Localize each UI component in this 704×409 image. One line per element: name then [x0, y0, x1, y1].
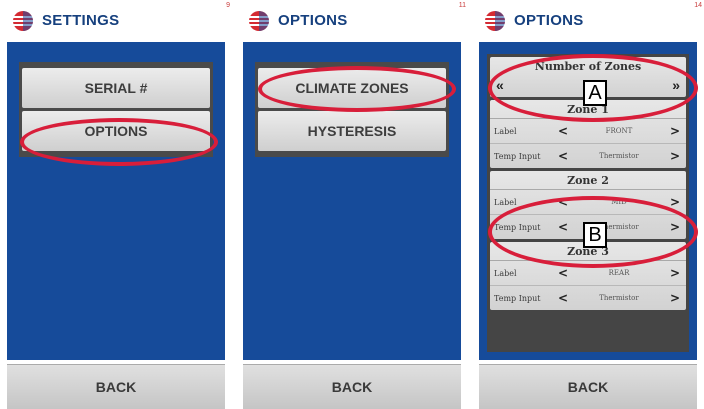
settings-menu: SERIAL # OPTIONS [19, 62, 213, 157]
callout-a-label: A [583, 80, 607, 106]
options-button[interactable]: OPTIONS [22, 111, 210, 151]
logo-icon [249, 11, 269, 31]
chevron-right-icon[interactable]: > [668, 291, 682, 305]
chevron-left-icon[interactable]: < [556, 124, 570, 138]
back-button[interactable]: BACK [7, 364, 225, 409]
temp-input-field: Temp Input [494, 222, 541, 232]
hysteresis-button[interactable]: HYSTERESIS [258, 111, 446, 151]
chevron-right-icon[interactable]: > [668, 266, 682, 280]
label-field: Label [494, 268, 517, 278]
page-title: SETTINGS [42, 12, 120, 29]
zone-2-label-row: Label < MID > [490, 190, 686, 215]
screen-area: CLIMATE ZONES HYSTERESIS [243, 42, 461, 360]
label-value: MID [611, 198, 627, 206]
page-title: OPTIONS [278, 12, 348, 29]
chevron-left-icon[interactable]: < [556, 291, 570, 305]
zone-3-input-row: Temp Input < Thermistor > [490, 286, 686, 310]
climate-zones-screen: OPTIONS 14 Number of Zones « » Zone 1 La… [472, 0, 704, 409]
chevron-left-icon[interactable]: < [556, 149, 570, 163]
options-menu: CLIMATE ZONES HYSTERESIS [255, 62, 449, 157]
number-of-zones-label: Number of Zones [534, 60, 642, 73]
page-number: 9 [226, 2, 230, 9]
logo-icon [485, 11, 505, 31]
label-value: REAR [608, 269, 630, 277]
zone-1-label-row: Label < FRONT > [490, 119, 686, 144]
page-number: 11 [458, 2, 466, 9]
temp-input-field: Temp Input [494, 293, 541, 303]
chevron-right-icon[interactable]: > [668, 195, 682, 209]
callout-b-label: B [583, 222, 607, 248]
climate-zones-button[interactable]: CLIMATE ZONES [258, 68, 446, 108]
label-field: Label [494, 197, 517, 207]
chevron-right-icon[interactable]: > [668, 149, 682, 163]
logo-icon [13, 11, 33, 31]
temp-input-value: Thermistor [599, 152, 639, 160]
back-button[interactable]: BACK [479, 364, 697, 409]
decrease-zones-icon[interactable]: « [496, 77, 504, 93]
chevron-left-icon[interactable]: < [556, 220, 570, 234]
label-field: Label [494, 126, 517, 136]
zone-3-label-row: Label < REAR > [490, 261, 686, 286]
header: OPTIONS 14 [472, 0, 704, 42]
chevron-right-icon[interactable]: > [668, 124, 682, 138]
chevron-left-icon[interactable]: < [556, 195, 570, 209]
settings-screen: SETTINGS 9 SERIAL # OPTIONS BACK [0, 0, 232, 409]
chevron-left-icon[interactable]: < [556, 266, 570, 280]
increase-zones-icon[interactable]: » [672, 77, 680, 93]
back-button[interactable]: BACK [243, 364, 461, 409]
header: OPTIONS 11 [236, 0, 468, 42]
zone-1-group: Zone 1 Label < FRONT > Temp Input < Ther… [490, 100, 686, 168]
zone-1-input-row: Temp Input < Thermistor > [490, 144, 686, 168]
serial-number-button[interactable]: SERIAL # [22, 68, 210, 108]
page-title: OPTIONS [514, 12, 584, 29]
header: SETTINGS 9 [0, 0, 232, 42]
zone-3-group: Zone 3 Label < REAR > Temp Input < Therm… [490, 242, 686, 310]
screen-area: SERIAL # OPTIONS [7, 42, 225, 360]
label-value: FRONT [605, 127, 633, 135]
zone-2-title: Zone 2 [490, 171, 686, 190]
chevron-right-icon[interactable]: > [668, 220, 682, 234]
temp-input-field: Temp Input [494, 151, 541, 161]
temp-input-value: Thermistor [599, 294, 639, 302]
options-screen: OPTIONS 11 CLIMATE ZONES HYSTERESIS BACK [236, 0, 468, 409]
page-number: 14 [694, 2, 702, 9]
